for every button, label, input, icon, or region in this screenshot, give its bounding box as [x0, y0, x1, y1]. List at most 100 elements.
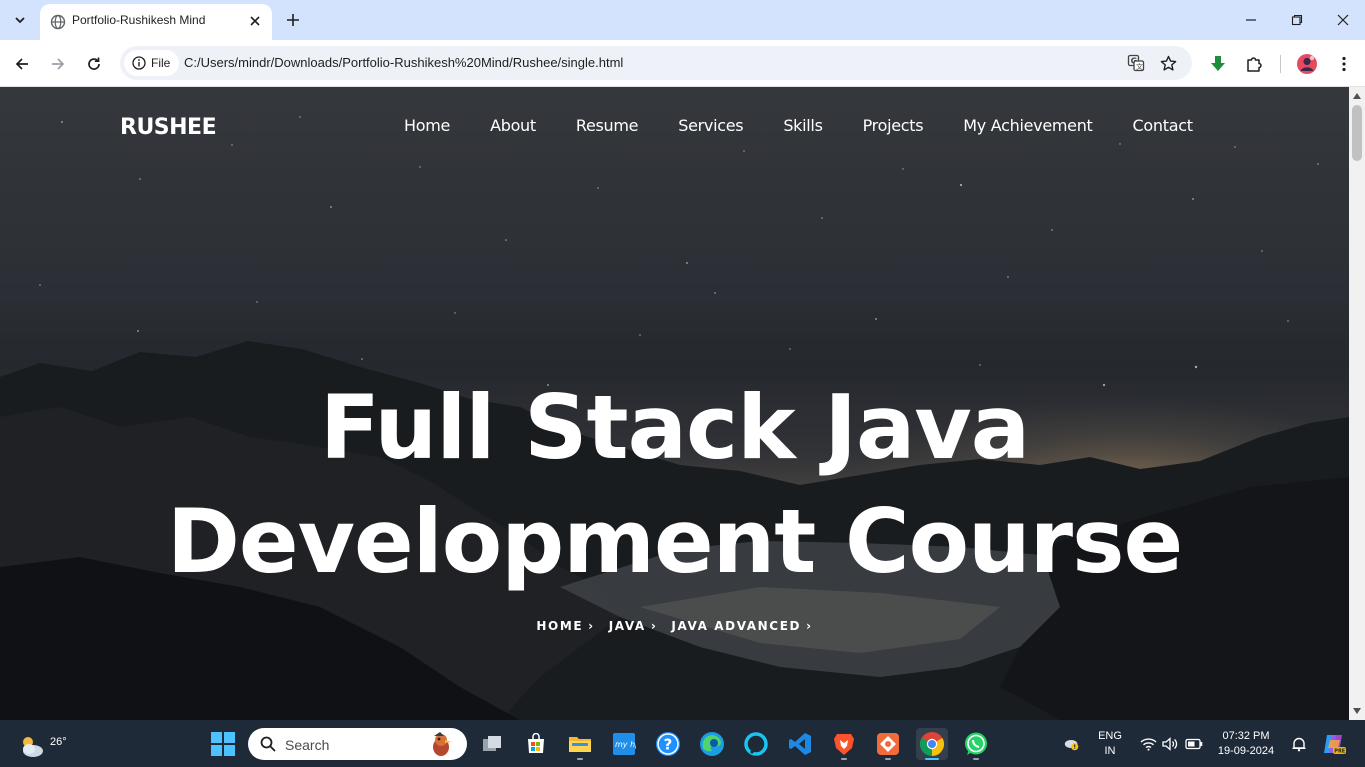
nav-about[interactable]: About: [490, 116, 536, 135]
taskbar-app-get-help[interactable]: ?: [652, 728, 684, 760]
volume-button[interactable]: [1161, 735, 1179, 753]
caret-up-icon: [1353, 93, 1361, 99]
browser-menu-button[interactable]: [1330, 50, 1358, 78]
bookmark-button[interactable]: [1158, 53, 1178, 73]
tab-title: Portfolio-Rushikesh Mind: [72, 13, 206, 27]
browser-toolbar: File C:/Users/mindr/Downloads/Portfolio-…: [0, 40, 1365, 87]
taskbar-app-myhp[interactable]: my hp: [608, 728, 640, 760]
back-button[interactable]: [8, 50, 36, 78]
nav-home[interactable]: Home: [404, 116, 450, 135]
close-icon: [1337, 14, 1349, 26]
extensions-button[interactable]: [1240, 50, 1268, 78]
edge-icon: [700, 732, 724, 756]
cloud-warning-icon: [1064, 739, 1079, 751]
running-indicator: [885, 758, 891, 760]
taskbar-app-git-tool[interactable]: [872, 728, 904, 760]
help-icon: ?: [656, 732, 680, 756]
start-button[interactable]: [210, 731, 236, 757]
search-label: Search: [285, 737, 330, 753]
app-icon: [877, 733, 899, 755]
weather-temperature: 26°: [50, 736, 67, 748]
forward-button[interactable]: [44, 50, 72, 78]
windows-taskbar: 26° Search my hp ?: [0, 720, 1365, 767]
language-code: ENG: [1098, 730, 1122, 742]
translate-button[interactable]: G文: [1126, 53, 1146, 73]
site-logo[interactable]: RUSHEE: [120, 115, 217, 140]
breadcrumb-home[interactable]: HOME ›: [536, 619, 594, 633]
hero-title-line-2: Development Course: [166, 490, 1183, 593]
weather-widget[interactable]: 26°: [18, 728, 67, 760]
taskbar-app-chrome[interactable]: [916, 728, 948, 760]
new-tab-button[interactable]: [282, 9, 304, 31]
star-icon: [1160, 55, 1176, 71]
scroll-up-button[interactable]: [1349, 88, 1365, 104]
avatar: [1297, 54, 1317, 74]
arrow-left-icon: [15, 58, 28, 70]
taskbar-app-store[interactable]: [520, 728, 552, 760]
breadcrumb-java[interactable]: JAVA ›: [609, 619, 658, 633]
folder-icon: [569, 737, 591, 752]
svg-text:文: 文: [1136, 62, 1143, 71]
scrollbar-thumb[interactable]: [1352, 105, 1362, 161]
nav-my-achievement[interactable]: My Achievement: [963, 116, 1093, 135]
chevron-right-icon: ›: [650, 619, 658, 633]
onedrive-status-button[interactable]: [1063, 735, 1081, 753]
scroll-down-button[interactable]: [1349, 703, 1365, 719]
minimize-button[interactable]: [1231, 6, 1271, 34]
downloads-button[interactable]: [1204, 50, 1232, 78]
nav-contact[interactable]: Contact: [1133, 116, 1193, 135]
plus-icon: [287, 14, 299, 26]
page-scrollbar[interactable]: [1349, 87, 1365, 720]
window-close-button[interactable]: [1323, 6, 1363, 34]
windows-logo-icon: [211, 732, 235, 756]
translate-icon: G文: [1127, 54, 1145, 72]
notification-center-button[interactable]: [1290, 735, 1308, 753]
tab-search-button[interactable]: [8, 8, 32, 32]
task-view-icon: [483, 736, 501, 751]
reload-button[interactable]: [80, 50, 108, 78]
language-indicator[interactable]: ENG IN: [1096, 729, 1124, 759]
breadcrumb-label: JAVA: [608, 619, 646, 633]
minimize-icon: [1246, 19, 1256, 21]
active-tab[interactable]: Portfolio-Rushikesh Mind: [40, 4, 272, 40]
nav-projects[interactable]: Projects: [863, 116, 924, 135]
taskbar-app-alexa[interactable]: [740, 728, 772, 760]
task-view-button[interactable]: [476, 728, 508, 760]
taskbar-app-vscode[interactable]: [784, 728, 816, 760]
profile-button[interactable]: [1293, 50, 1321, 78]
site-info-chip[interactable]: File: [124, 50, 180, 76]
svg-text:PRE: PRE: [1334, 749, 1346, 755]
bird-icon: [433, 732, 452, 756]
active-window-indicator: [925, 758, 939, 760]
hero-title: Full Stack Java Development Course: [0, 371, 1349, 599]
wifi-button[interactable]: [1139, 735, 1157, 753]
taskbar-app-whatsapp[interactable]: [960, 728, 992, 760]
partly-cloudy-icon: [23, 737, 43, 757]
running-indicator: [577, 758, 583, 760]
toolbar-divider: [1280, 55, 1281, 73]
nav-resume[interactable]: Resume: [576, 116, 639, 135]
url-text[interactable]: C:/Users/mindr/Downloads/Portfolio-Rushi…: [184, 55, 623, 70]
nav-skills[interactable]: Skills: [783, 116, 823, 135]
microsoft-store-icon: [528, 733, 544, 753]
taskbar-search[interactable]: Search: [248, 728, 467, 760]
main-nav: Home About Resume Services Skills Projec…: [404, 116, 1193, 135]
site-chip-label: File: [151, 56, 171, 70]
taskbar-app-edge[interactable]: [696, 728, 728, 760]
battery-button[interactable]: [1185, 735, 1203, 753]
svg-text:my hp: my hp: [615, 740, 636, 749]
chevron-right-icon: ›: [588, 619, 595, 633]
clock[interactable]: 07:32 PM 19-09-2024: [1214, 729, 1278, 759]
chrome-icon: [919, 732, 945, 756]
restore-button[interactable]: [1277, 6, 1317, 34]
copilot-button[interactable]: PRE: [1321, 732, 1347, 756]
taskbar-app-brave[interactable]: [828, 728, 860, 760]
taskbar-app-file-explorer[interactable]: [564, 728, 596, 760]
page-viewport: RUSHEE Home About Resume Services Skills…: [0, 87, 1349, 720]
nav-services[interactable]: Services: [678, 116, 743, 135]
breadcrumb: HOME › JAVA › JAVA ADVANCED ›: [0, 619, 1349, 633]
battery-icon: [1185, 738, 1203, 750]
reload-icon: [88, 57, 100, 70]
tab-close-button[interactable]: [246, 12, 264, 30]
address-bar[interactable]: File C:/Users/mindr/Downloads/Portfolio-…: [120, 46, 1192, 80]
